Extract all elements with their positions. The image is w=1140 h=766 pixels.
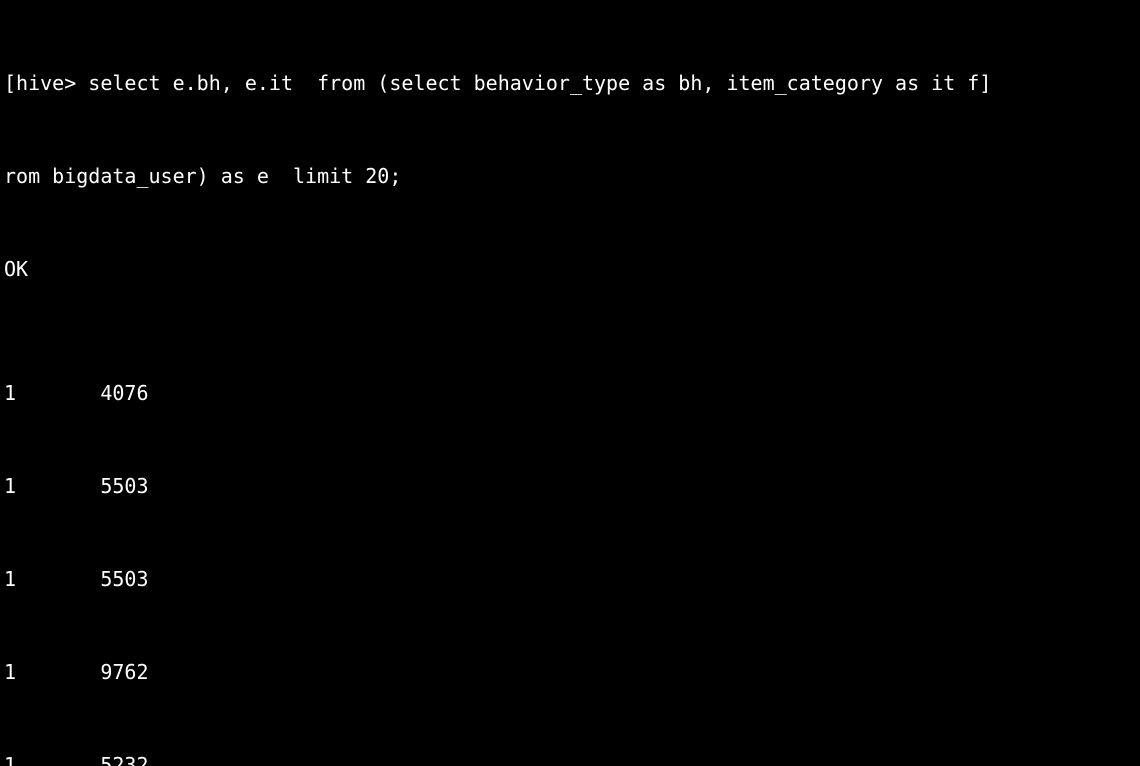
prompt-open: [hive> bbox=[4, 71, 88, 95]
query-text-line1: select e.bh, e.it from (select behavior_… bbox=[88, 71, 979, 95]
terminal-output[interactable]: [hive> select e.bh, e.it from (select be… bbox=[0, 0, 1140, 766]
col-it: 4076 bbox=[100, 378, 148, 409]
result-row: 15503 bbox=[0, 564, 1140, 595]
col-bh: 1 bbox=[4, 750, 100, 766]
col-it: 9762 bbox=[100, 657, 148, 688]
ok-text: OK bbox=[4, 257, 28, 281]
col-it: 5232 bbox=[100, 750, 148, 766]
col-it: 5503 bbox=[100, 564, 148, 595]
col-bh: 1 bbox=[4, 657, 100, 688]
query-line-1: [hive> select e.bh, e.it from (select be… bbox=[0, 68, 1140, 99]
col-bh: 1 bbox=[4, 471, 100, 502]
col-it: 5503 bbox=[100, 471, 148, 502]
query-line-2: rom bigdata_user) as e limit 20; bbox=[0, 161, 1140, 192]
col-bh: 1 bbox=[4, 564, 100, 595]
result-row: 19762 bbox=[0, 657, 1140, 688]
col-bh: 1 bbox=[4, 378, 100, 409]
line1-close-bracket: ] bbox=[979, 71, 991, 95]
result-row: 14076 bbox=[0, 378, 1140, 409]
result-row: 15232 bbox=[0, 750, 1140, 766]
result-row: 15503 bbox=[0, 471, 1140, 502]
query-text-line2: rom bigdata_user) as e limit 20; bbox=[4, 164, 401, 188]
status-ok: OK bbox=[0, 254, 1140, 285]
